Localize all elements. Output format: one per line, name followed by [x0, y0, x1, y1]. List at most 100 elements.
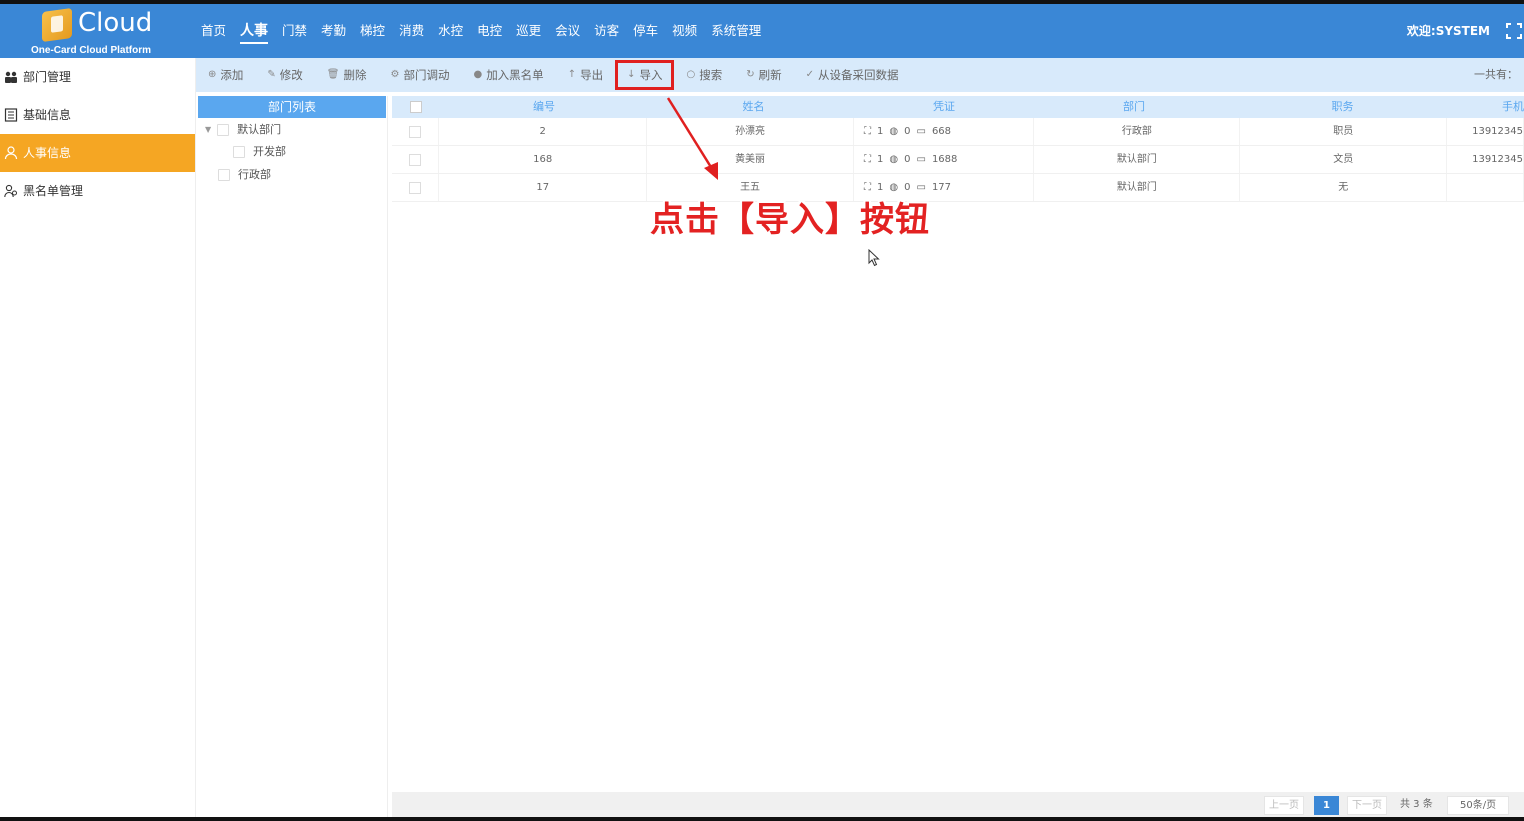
welcome-user: 欢迎:SYSTEM [1406, 24, 1490, 38]
search-label: 搜索 [699, 68, 723, 82]
app-header: Cloud One-Card Cloud Platform 首页 人事 门禁 考… [0, 4, 1524, 58]
add-label: 添加 [220, 68, 244, 82]
tree-node-default[interactable]: ▼ 默认部门 [205, 120, 281, 140]
mouse-cursor-icon [868, 249, 880, 267]
nav-meeting[interactable]: 会议 [548, 4, 587, 58]
sidebar-item-label: 黑名单管理 [23, 184, 84, 198]
search-icon: ○ [686, 69, 696, 80]
col-id[interactable]: 编号 [439, 96, 649, 118]
annotation-text: 点击【导入】按钮 [650, 200, 930, 240]
page-1-button[interactable]: 1 [1314, 796, 1339, 815]
row-select-cell [392, 146, 440, 173]
col-dept[interactable]: 部门 [1030, 96, 1238, 118]
pencil-icon: ✎ [267, 69, 276, 80]
cell-title: 无 [1240, 174, 1448, 201]
card-number: 668 [931, 126, 952, 137]
nav-water[interactable]: 水控 [431, 4, 470, 58]
dot-icon: ● [473, 69, 483, 80]
row-checkbox[interactable] [409, 182, 422, 194]
logo-text: Cloud [78, 8, 153, 38]
sidebar-item-department[interactable]: 部门管理 [0, 58, 195, 96]
nav-personnel[interactable]: 人事 [233, 4, 275, 58]
add-button[interactable]: ⊕ 添加 [196, 58, 255, 92]
sidebar: 部门管理 基础信息 人事信息 黑名单管理 [0, 58, 196, 817]
fingerprint-icon: ◍ [889, 126, 899, 137]
sidebar-item-personnel[interactable]: 人事信息 [0, 134, 195, 172]
transfer-label: 部门调动 [403, 68, 450, 82]
nav-parking[interactable]: 停车 [626, 4, 665, 58]
nav-access[interactable]: 门禁 [275, 4, 314, 58]
sidebar-item-label: 基础信息 [23, 108, 72, 122]
blacklist-button[interactable]: ● 加入黑名单 [461, 58, 555, 92]
import-label: 导入 [639, 68, 663, 82]
check-icon: ✓ [805, 69, 814, 80]
row-select-cell [392, 118, 440, 145]
logo[interactable]: Cloud One-Card Cloud Platform [31, 7, 168, 58]
cell-id: 17 [439, 174, 648, 201]
table-header: 编号 姓名 凭证 部门 职务 手机 [392, 96, 1524, 118]
cell-phone: 13912345 [1447, 118, 1524, 145]
department-tree: 部门列表 ▼ 默认部门 开发部 行政部 [197, 96, 388, 817]
edit-button[interactable]: ✎ 修改 [255, 58, 314, 92]
import-button[interactable]: ↓ 导入 [615, 60, 675, 90]
refresh-icon: ↻ [746, 69, 755, 80]
arrow-down-icon: ↓ [627, 69, 636, 80]
cube-logo-icon [42, 7, 72, 43]
face-count: 1 [877, 126, 884, 137]
sidebar-item-basic-info[interactable]: 基础信息 [0, 96, 195, 134]
annotation-arrow-icon [666, 97, 718, 180]
row-select-cell [392, 174, 440, 201]
page-size-select[interactable]: 50条/页 [1447, 796, 1510, 815]
arrow-up-icon: ↑ [567, 69, 577, 80]
cell-phone [1447, 174, 1524, 201]
nav-power[interactable]: 电控 [470, 4, 509, 58]
table-row[interactable]: 168 黄美丽 ⛶ 1 ◍ 0 ▭ 1688 默认部门 文员 13912345 [392, 146, 1524, 174]
transfer-button[interactable]: ⚙ 部门调动 [378, 58, 461, 92]
tree-checkbox[interactable] [218, 169, 230, 181]
tree-checkbox[interactable] [217, 124, 230, 136]
tree-checkbox[interactable] [233, 146, 245, 158]
nav-home[interactable]: 首页 [194, 4, 233, 58]
pagination: 上一页 1 下一页 共 3 条 50条/页 [392, 792, 1524, 817]
col-phone[interactable]: 手机 [1447, 96, 1524, 118]
export-button[interactable]: ↑ 导出 [556, 58, 615, 92]
cell-id: 168 [439, 146, 648, 173]
cell-credential: ⛶ 1 ◍ 0 ▭ 668 [854, 118, 1035, 145]
delete-button[interactable]: 🗑︎ 删除 [315, 58, 379, 92]
cell-dept: 默认部门 [1034, 146, 1241, 173]
search-button[interactable]: ○ 搜索 [674, 58, 734, 92]
tree-node-admin[interactable]: 行政部 [218, 165, 271, 185]
prev-page-button[interactable]: 上一页 [1264, 796, 1304, 815]
table-row[interactable]: 2 孙漂亮 ⛶ 1 ◍ 0 ▭ 668 行政部 职员 13912345 [392, 118, 1524, 146]
nav-system[interactable]: 系统管理 [704, 4, 768, 58]
edit-label: 修改 [279, 68, 303, 82]
tree-node-dev[interactable]: 开发部 [233, 142, 286, 162]
col-credential[interactable]: 凭证 [858, 96, 1030, 118]
row-checkbox[interactable] [409, 154, 422, 166]
cell-id: 2 [439, 118, 648, 145]
caret-down-icon[interactable]: ▼ [205, 120, 211, 140]
select-all-checkbox[interactable] [409, 101, 422, 113]
table-row[interactable]: 17 王五 ⛶ 1 ◍ 0 ▭ 177 默认部门 无 [392, 174, 1524, 202]
sidebar-item-blacklist[interactable]: 黑名单管理 [0, 172, 195, 210]
refresh-button[interactable]: ↻ 刷新 [734, 58, 793, 92]
nav-attendance[interactable]: 考勤 [314, 4, 353, 58]
row-checkbox[interactable] [409, 126, 422, 138]
refresh-label: 刷新 [758, 68, 782, 82]
list-icon [4, 108, 18, 122]
fullscreen-icon[interactable] [1506, 23, 1522, 39]
col-title[interactable]: 职务 [1238, 96, 1447, 118]
nav-elevator[interactable]: 梯控 [353, 4, 392, 58]
pager-total: 共 3 条 [1400, 799, 1433, 810]
face-count: 1 [877, 154, 884, 165]
nav-patrol[interactable]: 巡更 [509, 4, 548, 58]
card-icon: ▭ [916, 126, 926, 137]
bottom-border [0, 817, 1524, 821]
collect-button[interactable]: ✓ 从设备采回数据 [794, 58, 911, 92]
next-page-button[interactable]: 下一页 [1347, 796, 1387, 815]
nav-consume[interactable]: 消费 [392, 4, 431, 58]
trash-icon: 🗑︎ [326, 69, 340, 80]
nav-video[interactable]: 视频 [665, 4, 704, 58]
nav-visitor[interactable]: 访客 [587, 4, 626, 58]
main-nav: 首页 人事 门禁 考勤 梯控 消费 水控 电控 巡更 会议 访客 停车 视频 系… [194, 4, 768, 58]
